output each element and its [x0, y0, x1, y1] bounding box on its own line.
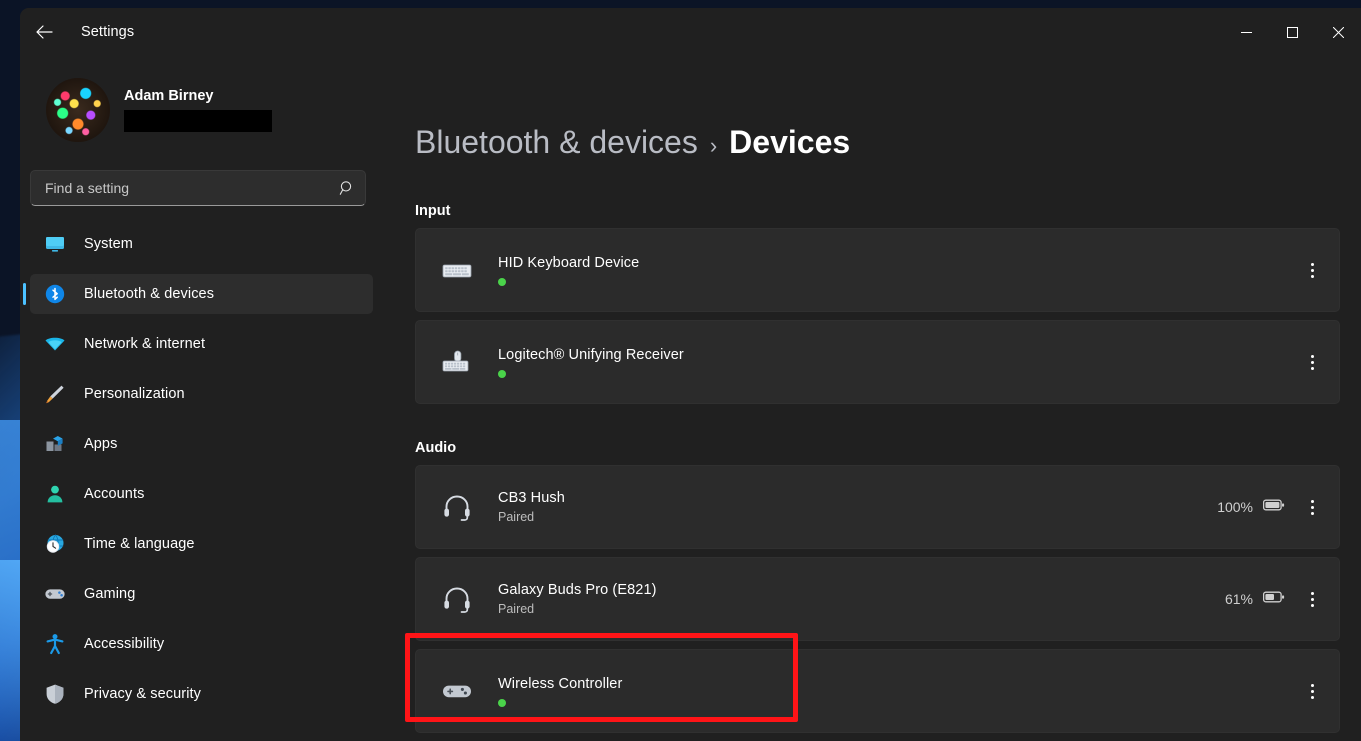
search-box[interactable] — [30, 170, 366, 206]
breadcrumb: Bluetooth & devices › Devices — [415, 56, 1361, 161]
kebab-menu-icon[interactable] — [1295, 487, 1329, 527]
sidebar-item-gaming[interactable]: Gaming — [30, 574, 373, 614]
apps-blocks-icon — [42, 431, 68, 457]
sidebar-item-label: Bluetooth & devices — [84, 286, 215, 302]
sidebar-item-personalization[interactable]: Personalization — [30, 374, 373, 414]
status-dot — [498, 369, 506, 378]
section-header-input: Input — [415, 203, 451, 219]
clock-globe-icon — [42, 531, 68, 557]
sidebar-item-label: System — [84, 236, 133, 252]
sidebar-item-network-internet[interactable]: Network & internet — [30, 324, 373, 364]
device-text: CB3 Hush Paired — [498, 490, 1217, 524]
keyboard-icon — [438, 251, 476, 289]
device-text: Logitech® Unifying Receiver — [498, 347, 1295, 378]
sidebar-item-time-language[interactable]: Time & language — [30, 524, 373, 564]
device-name: Galaxy Buds Pro (E821) — [498, 582, 657, 598]
sidebar-item-system[interactable]: System — [30, 224, 373, 264]
display-monitor-icon — [42, 231, 68, 257]
close-icon[interactable] — [1315, 8, 1361, 56]
sidebar-item-accessibility[interactable]: Accessibility — [30, 624, 373, 664]
kebab-menu-icon[interactable] — [1295, 342, 1329, 382]
account-block[interactable]: Adam Birney — [20, 56, 385, 152]
gamepad-icon — [42, 581, 68, 607]
title-bar: Settings — [20, 8, 1361, 56]
kebab-menu-icon[interactable] — [1295, 579, 1329, 619]
battery-percent: 100% — [1217, 499, 1253, 515]
accessibility-icon — [42, 631, 68, 657]
sidebar-item-label: Privacy & security — [84, 686, 202, 702]
sidebar-item-label: Personalization — [84, 386, 185, 402]
sidebar-item-label: Accessibility — [84, 636, 165, 652]
battery-icon — [1262, 590, 1285, 609]
device-actions: 100% — [1217, 487, 1329, 527]
sidebar: Adam Birney Find a setting System Blueto… — [20, 56, 385, 741]
back-arrow-icon[interactable] — [25, 16, 63, 48]
chevron-right-icon: › — [709, 133, 718, 158]
sidebar-item-apps[interactable]: Apps — [30, 424, 373, 464]
status-dot — [498, 277, 506, 286]
sidebar-item-label: Apps — [84, 436, 118, 452]
device-text: Wireless Controller — [498, 676, 1295, 707]
sidebar-nav-list: System Bluetooth & devices Network & int… — [20, 224, 385, 714]
device-row-galaxy-buds-pro[interactable]: Galaxy Buds Pro (E821) Paired 61% — [415, 557, 1340, 641]
device-actions — [1295, 250, 1329, 290]
device-actions: 61% — [1225, 579, 1329, 619]
settings-window: Settings Adam Birney Find a setting Syst… — [20, 8, 1361, 741]
sidebar-item-label: Time & language — [84, 536, 195, 552]
battery-percent: 61% — [1224, 591, 1253, 607]
search-input[interactable] — [45, 180, 333, 196]
device-row-logitech-receiver[interactable]: Logitech® Unifying Receiver — [415, 320, 1340, 404]
maximize-icon[interactable] — [1269, 8, 1315, 56]
minimize-icon[interactable] — [1223, 8, 1269, 56]
shield-icon — [42, 681, 68, 707]
headphones-icon — [438, 580, 476, 618]
window-controls — [1223, 8, 1361, 56]
avatar — [46, 78, 110, 142]
person-icon — [42, 481, 68, 507]
device-name: Logitech® Unifying Receiver — [498, 346, 684, 363]
keyboard-mouse-icon — [438, 343, 476, 381]
account-name: Adam Birney — [124, 88, 214, 104]
headphones-icon — [438, 488, 476, 526]
device-status: Paired — [498, 510, 535, 524]
sidebar-item-bluetooth-devices[interactable]: Bluetooth & devices — [23, 274, 373, 314]
window-body: Adam Birney Find a setting System Blueto… — [20, 56, 1361, 741]
wifi-icon — [42, 331, 68, 357]
gamepad-icon — [438, 672, 476, 710]
main-content: Bluetooth & devices › Devices Input HID … — [385, 56, 1361, 741]
account-email-redacted — [124, 110, 272, 132]
battery-icon — [1262, 498, 1285, 517]
paintbrush-icon — [42, 381, 68, 407]
sidebar-item-accounts[interactable]: Accounts — [30, 474, 373, 514]
section-header-audio: Audio — [415, 440, 457, 456]
account-text: Adam Birney — [124, 88, 272, 132]
device-row-hid-keyboard[interactable]: HID Keyboard Device — [415, 228, 1340, 312]
device-text: Galaxy Buds Pro (E821) Paired — [498, 582, 1225, 616]
device-name: CB3 Hush — [498, 490, 565, 506]
device-row-cb3-hush[interactable]: CB3 Hush Paired 100% — [415, 465, 1340, 549]
device-actions — [1295, 342, 1329, 382]
device-status: Paired — [498, 602, 535, 616]
device-name: HID Keyboard Device — [498, 254, 640, 271]
breadcrumb-parent[interactable]: Bluetooth & devices — [415, 124, 698, 161]
device-row-wireless-controller[interactable]: Wireless Controller — [415, 649, 1340, 733]
sidebar-item-label: Accounts — [84, 486, 145, 502]
sidebar-item-privacy-security[interactable]: Privacy & security — [30, 674, 373, 714]
kebab-menu-icon[interactable] — [1295, 671, 1329, 711]
search-icon — [339, 180, 355, 196]
device-name: Wireless Controller — [498, 675, 623, 692]
kebab-menu-icon[interactable] — [1295, 250, 1329, 290]
page-title: Devices — [729, 124, 851, 160]
device-text: HID Keyboard Device — [498, 255, 1295, 286]
sidebar-item-label: Network & internet — [84, 336, 206, 352]
bluetooth-icon — [42, 281, 68, 307]
sidebar-item-label: Gaming — [84, 586, 136, 602]
app-title: Settings — [81, 24, 135, 40]
status-dot — [498, 698, 506, 707]
device-actions — [1295, 671, 1329, 711]
